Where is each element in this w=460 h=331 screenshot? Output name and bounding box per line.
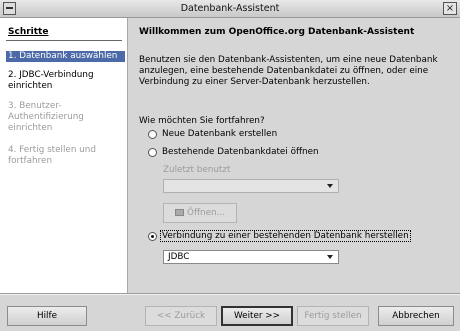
step-user-authentication: 3. Benutzer-Authentifizierung einrichten [8,101,84,133]
step-select-database[interactable]: 1. Datenbank auswählen [6,51,125,62]
new-database-label[interactable]: Neue Datenbank erstellen [162,129,277,139]
new-database-radio[interactable] [148,130,157,139]
close-icon[interactable]: × [443,2,457,15]
page-title: Willkommen zum OpenOffice.org Datenbank-… [139,27,415,37]
open-button: Öffnen... [163,203,237,223]
recent-files-label: Zuletzt benutzt [163,165,231,175]
steps-panel: Schritte 1. Datenbank auswählen 2. JDBC-… [0,18,128,293]
window-title: Datenbank-Assistent [180,3,280,14]
open-button-label: Öffnen... [187,208,225,218]
connect-existing-radio[interactable] [148,232,157,241]
folder-icon [175,209,185,216]
database-type-value: JDBC [168,252,190,262]
intro-text: Benutzen sie den Datenbank-Assistenten, … [139,55,438,87]
steps-divider [6,40,122,41]
help-button[interactable]: Hilfe [7,306,87,326]
open-existing-label[interactable]: Bestehende Datenbankdatei öffnen [162,147,319,157]
footer-separator [0,293,460,295]
recent-files-dropdown [163,179,339,193]
question-label: Wie möchten Sie fortfahren? [139,116,265,126]
open-existing-radio[interactable] [148,148,157,157]
chevron-down-icon [327,184,333,188]
step-jdbc-connection[interactable]: 2. JDBC-Verbindung einrichten [6,70,125,92]
connect-existing-label[interactable]: Verbindung zu einer bestehenden Datenban… [160,230,411,242]
step-finish: 4. Fertig stellen und fortfahren [8,145,96,166]
steps-title: Schritte [8,27,49,37]
cancel-button[interactable]: Abbrechen [378,306,454,326]
chevron-down-icon [327,255,333,259]
next-button[interactable]: Weiter >> [221,306,293,326]
title-bar: Datenbank-Assistent × [0,0,460,18]
database-type-dropdown[interactable]: JDBC [163,250,339,264]
back-button: << Zurück [145,306,217,326]
finish-button: Fertig stellen [297,306,369,326]
